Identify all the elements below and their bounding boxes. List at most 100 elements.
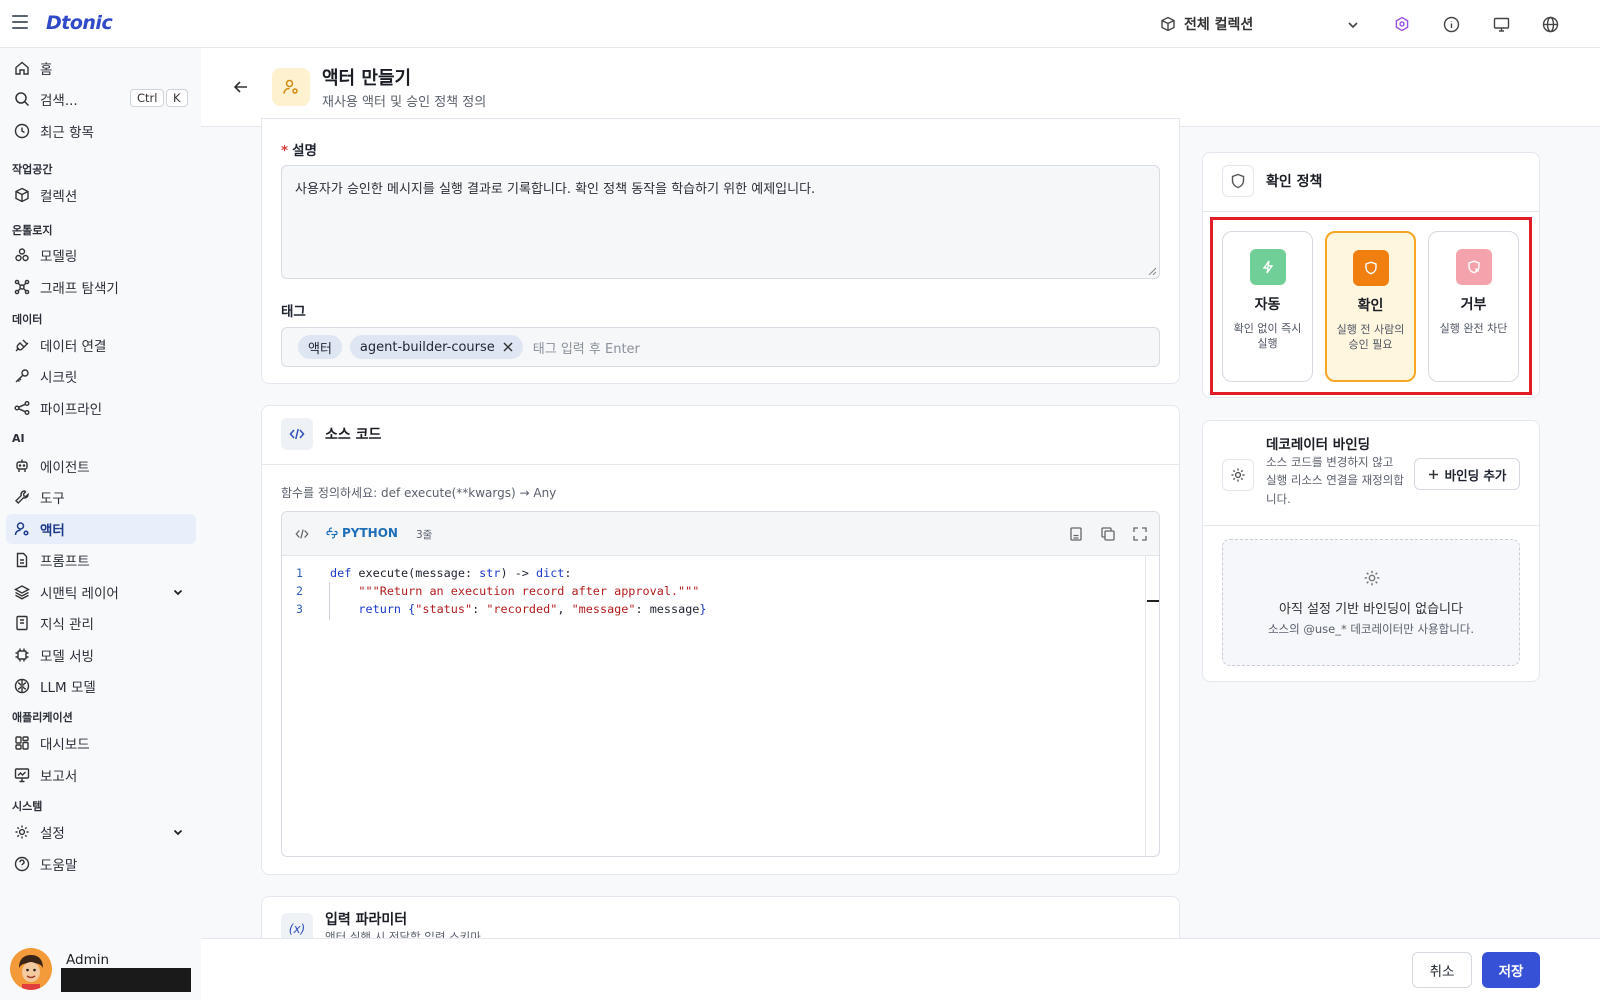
- sidebar-item-help[interactable]: 도움말: [6, 849, 196, 879]
- sidebar-item-label: 시맨틱 레이어: [40, 586, 119, 602]
- sidebar-item-label: 모델링: [40, 249, 78, 265]
- top-bar: [0, 0, 1600, 48]
- sidebar-item-collection[interactable]: 컬렉션: [6, 180, 196, 210]
- resize-handle-icon[interactable]: [1148, 267, 1156, 275]
- tag-chip: 액터: [298, 335, 342, 359]
- wrench-icon: [15, 490, 29, 504]
- user-name: Admin: [66, 952, 110, 968]
- sidebar-item-report[interactable]: 보고서: [6, 760, 196, 790]
- sidebar-item-semantic-layer[interactable]: 시맨틱 레이어: [6, 577, 196, 607]
- collection-select[interactable]: 전체 컬렉션: [1160, 8, 1360, 40]
- sidebar-item-label: 도움말: [40, 858, 78, 874]
- pipeline-icon: [14, 401, 30, 415]
- sidebar-item-model-serving[interactable]: 모델 서빙: [6, 640, 196, 670]
- add-binding-button[interactable]: 바인딩 추가: [1414, 458, 1520, 490]
- sidebar-item-data-connection[interactable]: 데이터 연결: [6, 330, 196, 360]
- sidebar-search-label: 검색...: [40, 93, 78, 109]
- input-params-subtitle: 액터 실행 시 전달할 입력 스키마: [325, 930, 481, 938]
- search-icon: [15, 92, 30, 107]
- sidebar-item-recent[interactable]: 최근 항목: [6, 116, 196, 146]
- sidebar-search[interactable]: 검색... Ctrl K: [6, 84, 196, 114]
- brain-icon: [14, 678, 30, 694]
- monitor-icon[interactable]: [1491, 14, 1511, 34]
- add-binding-label: 바인딩 추가: [1444, 467, 1507, 483]
- format-icon[interactable]: [1068, 526, 1084, 542]
- globe-icon[interactable]: [1540, 14, 1560, 34]
- sidebar-item-knowledge[interactable]: 지식 관리: [6, 608, 196, 638]
- sidebar-item-tool[interactable]: 도구: [6, 482, 196, 512]
- source-code-title: 소스 코드: [325, 427, 382, 443]
- section-ontology: 온톨로지: [12, 224, 53, 237]
- sidebar-item-graph[interactable]: 그래프 탐색기: [6, 272, 196, 302]
- graph-icon: [14, 279, 30, 295]
- empty-description: 소스의 @use_* 데코레이터만 사용합니다.: [1267, 622, 1475, 636]
- code-content[interactable]: 1 def execute(message: str) -> dict: 2 ""…: [282, 564, 1159, 618]
- sidebar-item-home[interactable]: 홈: [6, 53, 196, 83]
- sidebar-item-label: 홈: [40, 62, 53, 78]
- code-editor[interactable]: PYTHON 3줄 1 def execute(message: str) -> …: [281, 511, 1160, 857]
- policy-title: 확인 정책: [1266, 174, 1323, 190]
- layers-icon: [14, 585, 30, 600]
- dashboard-icon: [15, 736, 29, 750]
- tag-input-placeholder[interactable]: 태그 입력 후 Enter: [533, 338, 640, 357]
- shield-icon: [1222, 165, 1254, 197]
- plug-icon: [15, 339, 29, 352]
- document-icon: [16, 552, 28, 568]
- editor-scrollbar[interactable]: [1145, 556, 1146, 856]
- description-label: * 설명: [281, 143, 317, 159]
- python-icon: [326, 527, 338, 539]
- sidebar-item-actor[interactable]: 액터: [6, 514, 196, 544]
- copy-icon[interactable]: [1100, 526, 1116, 542]
- highlight-annotation: [1210, 217, 1532, 395]
- actor-header-icon: [272, 68, 310, 106]
- code-line: 3 return {"status": "recorded", "message…: [282, 600, 1159, 618]
- section-applications: 애플리케이션: [12, 711, 73, 724]
- description-textarea[interactable]: 사용자가 승인한 메시지를 실행 결과로 기록합니다. 확인 정책 동작을 학습…: [281, 165, 1160, 279]
- binding-empty-state: 아직 설정 기반 바인딩이 없습니다 소스의 @use_* 데코레이터만 사용합…: [1222, 539, 1520, 666]
- info-icon[interactable]: [1441, 14, 1461, 34]
- indent-guide: [329, 582, 330, 620]
- sidebar-item-label: 프롬프트: [40, 554, 90, 570]
- sidebar-item-llm[interactable]: LLM 모델: [6, 671, 196, 701]
- ontology-icon[interactable]: [1392, 14, 1412, 34]
- tags-label: 태그: [281, 304, 306, 320]
- sidebar-item-prompt[interactable]: 프롬프트: [6, 545, 196, 575]
- sidebar-item-secret[interactable]: 시크릿: [6, 361, 196, 391]
- sidebar-item-dashboard[interactable]: 대시보드: [6, 728, 196, 758]
- cube-icon: [15, 187, 29, 203]
- kbd-ctrl: Ctrl: [130, 89, 165, 107]
- section-workspace: 작업공간: [12, 163, 53, 176]
- user-gear-icon: [14, 522, 29, 536]
- sidebar-item-settings[interactable]: 설정: [6, 817, 196, 847]
- description-value: 사용자가 승인한 메시지를 실행 결과로 기록합니다. 확인 정책 동작을 학습…: [295, 182, 816, 197]
- tag-chip: agent-builder-course: [349, 335, 523, 359]
- sidebar-item-label: 에이전트: [40, 460, 90, 476]
- collection-select-label: 전체 컬렉션: [1184, 17, 1254, 33]
- app-logo[interactable]: Dtonic: [46, 12, 113, 34]
- menu-icon[interactable]: [12, 15, 28, 29]
- sidebar-item-modeling[interactable]: 모델링: [6, 240, 196, 270]
- tags-input[interactable]: 액터 agent-builder-course 태그 입력 후 Enter: [281, 327, 1160, 367]
- sidebar-item-label: 지식 관리: [40, 617, 94, 633]
- sidebar-item-label: 최근 항목: [40, 125, 94, 141]
- fullscreen-icon[interactable]: [1132, 526, 1148, 542]
- book-icon: [16, 615, 28, 631]
- line-count: 3줄: [416, 529, 433, 541]
- avatar[interactable]: [10, 948, 52, 990]
- sidebar-item-label: 시크릿: [40, 370, 78, 386]
- chip-icon: [15, 648, 29, 662]
- close-icon[interactable]: [503, 342, 513, 352]
- language-badge: PYTHON: [326, 526, 398, 540]
- section-ai: AI: [12, 432, 25, 445]
- robot-icon: [16, 459, 28, 472]
- user-email-redacted: [61, 968, 191, 992]
- back-arrow-icon[interactable]: [232, 78, 250, 96]
- input-params-title: 입력 파라미터: [325, 912, 408, 928]
- cancel-button[interactable]: 취소: [1412, 952, 1472, 988]
- sidebar-item-label: 대시보드: [40, 737, 90, 753]
- sidebar-item-label: 그래프 탐색기: [40, 281, 119, 297]
- divider: [262, 464, 1179, 465]
- save-button[interactable]: 저장: [1482, 952, 1540, 988]
- sidebar-item-agent[interactable]: 에이전트: [6, 451, 196, 481]
- sidebar-item-pipeline[interactable]: 파이프라인: [6, 393, 196, 423]
